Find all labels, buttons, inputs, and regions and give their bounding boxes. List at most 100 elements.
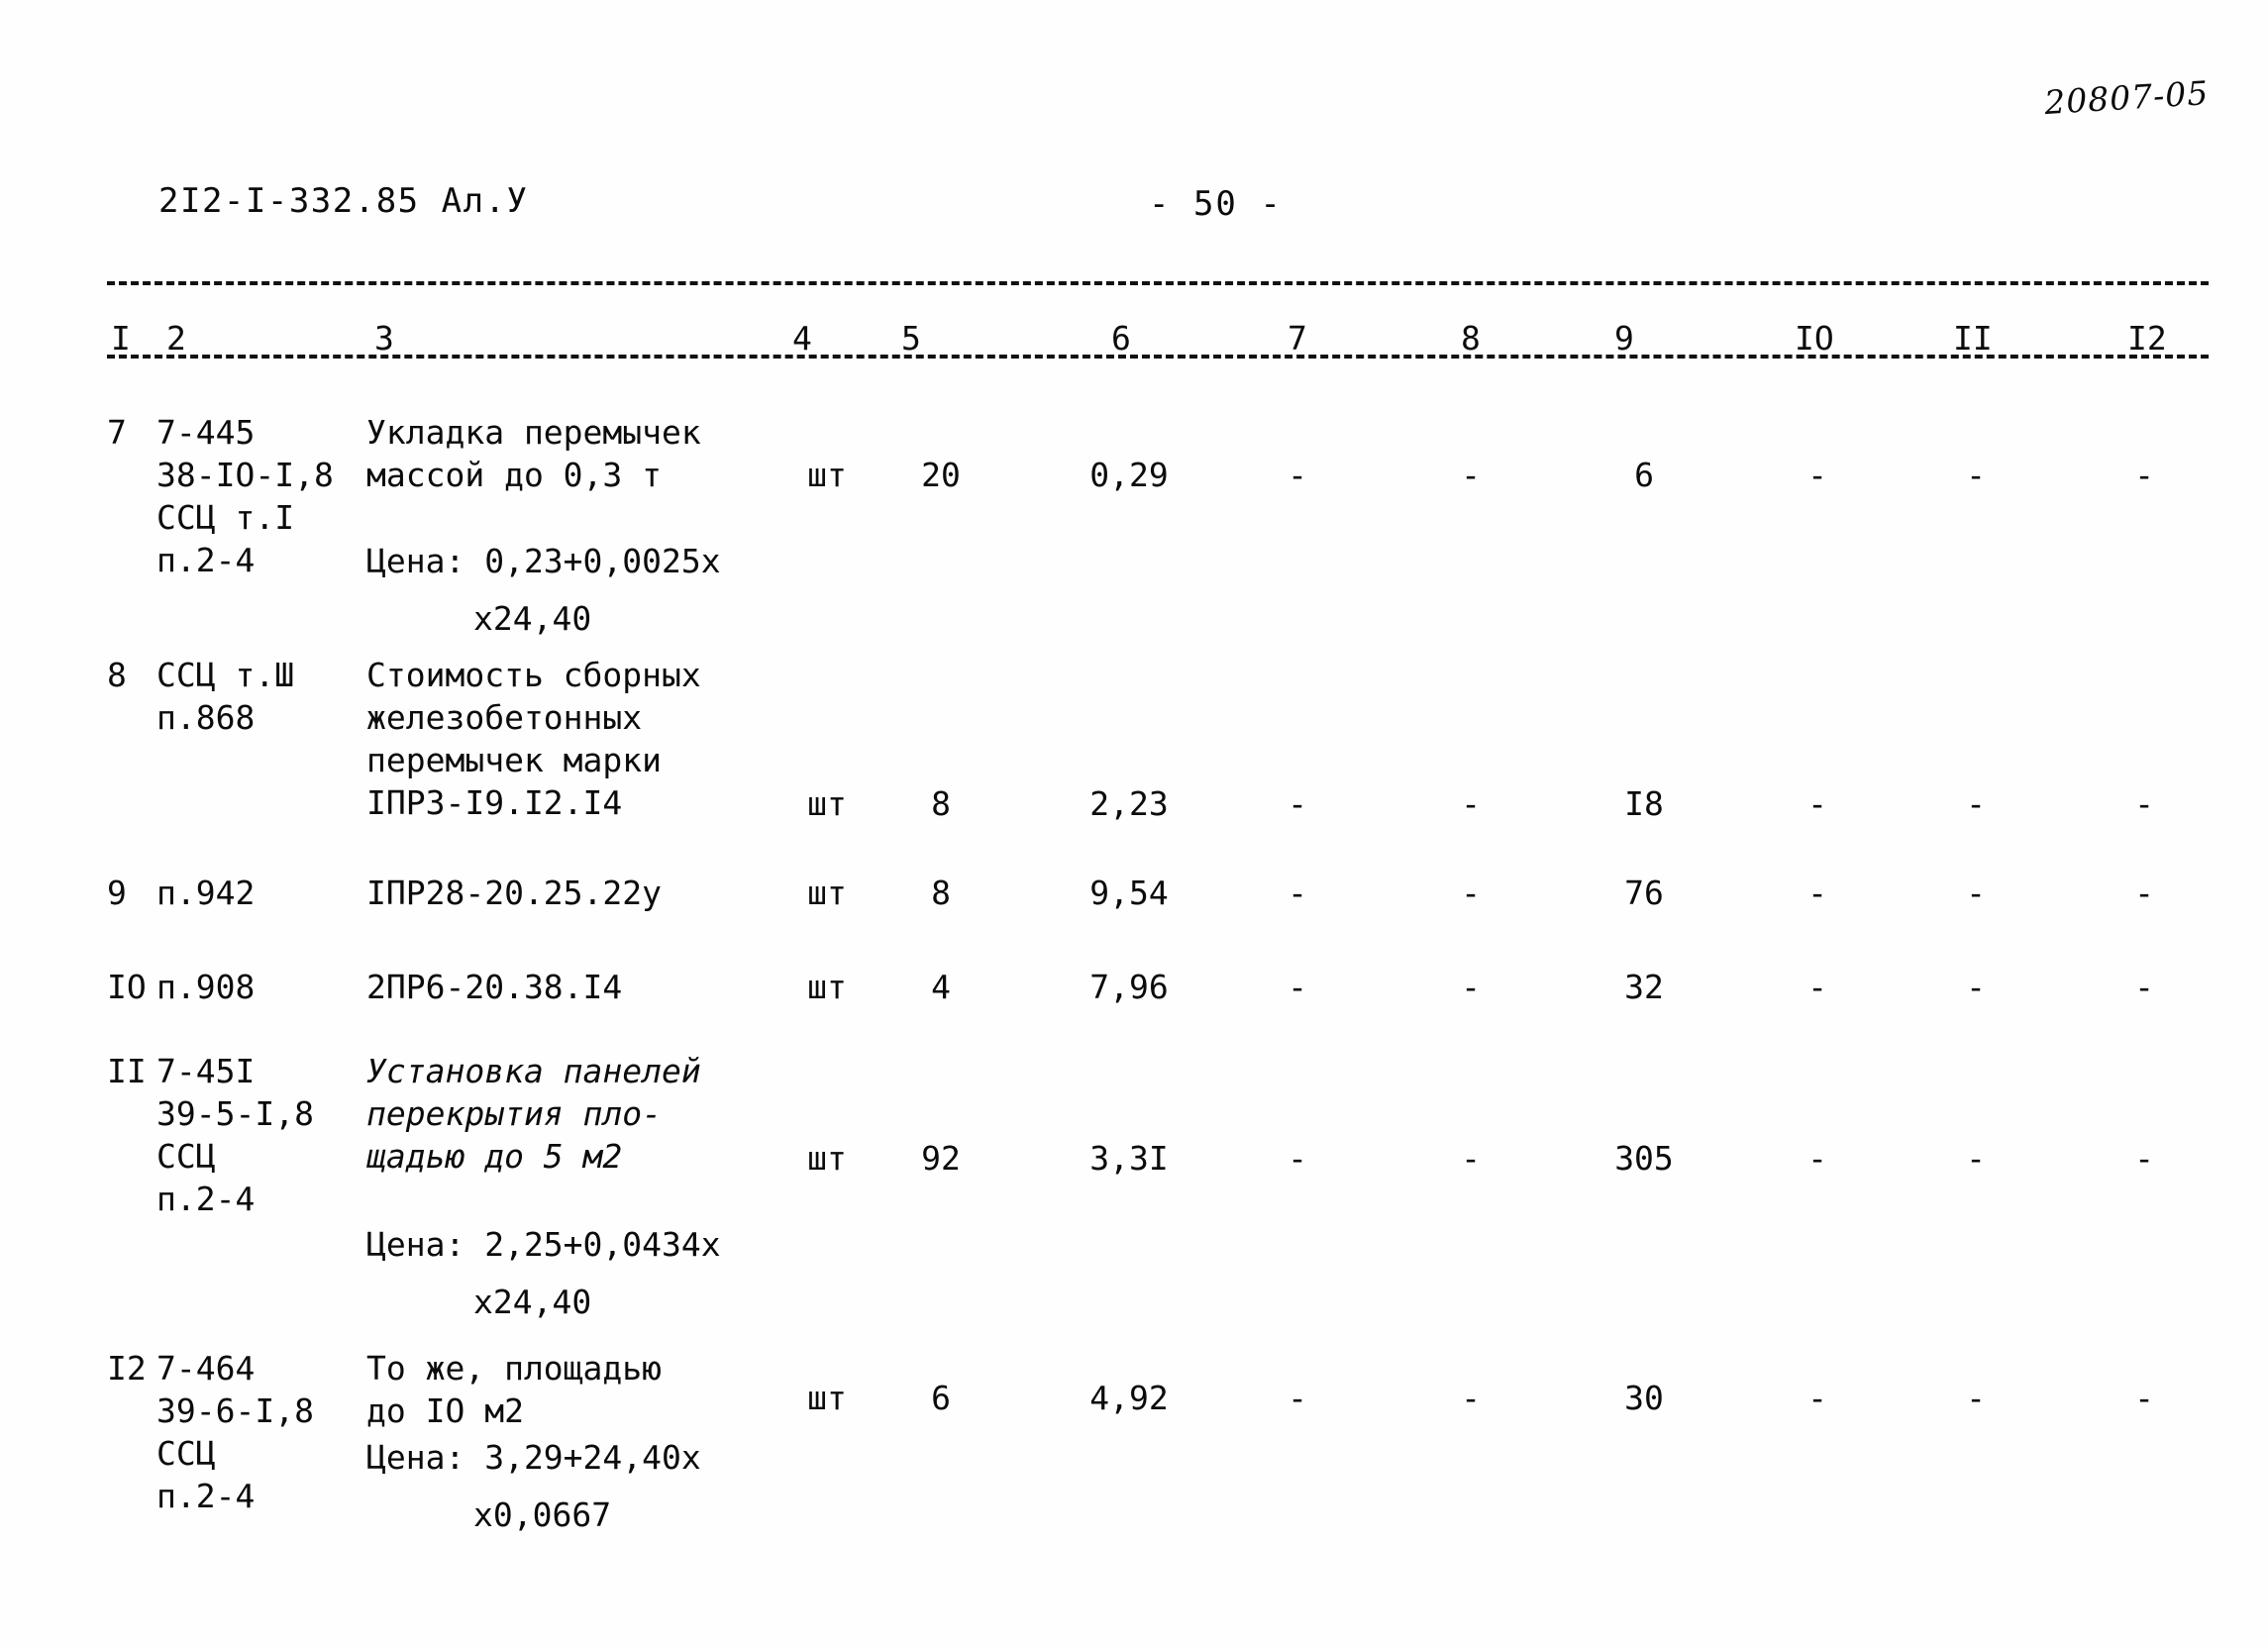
row-value-10: -	[1807, 784, 1827, 823]
row-number: II	[107, 1052, 147, 1090]
row-unit: шт	[807, 456, 847, 494]
document-code: 2I2-I-332.85 Ал.У	[158, 181, 529, 221]
row-value-10: -	[1807, 968, 1827, 1006]
row-value-9: 30	[1624, 1379, 1664, 1417]
row-number: 8	[107, 656, 127, 694]
row-value-8: -	[1461, 456, 1481, 494]
row-quantity: 4	[931, 968, 951, 1006]
row-price-line: Цена: 2,25+0,0434х	[366, 1225, 721, 1264]
row-description-line: щадью до 5 м2	[366, 1137, 623, 1176]
row-price-line: х24,40	[473, 1283, 592, 1321]
column-header-2: 2	[166, 319, 186, 358]
column-header-8: 8	[1461, 319, 1481, 358]
row-code-line: п.2-4	[156, 1477, 256, 1515]
column-header-1: I	[111, 319, 131, 358]
row-value-12: -	[2134, 874, 2154, 912]
row-code-line: п.2-4	[156, 1180, 256, 1218]
row-description-line: перекрытия пло-	[366, 1094, 663, 1133]
row-value-6: 0,29	[1089, 456, 1169, 494]
page-number: - 50 -	[1149, 184, 1283, 224]
row-value-12: -	[2134, 1139, 2154, 1178]
row-value-9: 6	[1634, 456, 1654, 494]
row-description-line: железобетонных	[366, 698, 643, 737]
row-price-line: х24,40	[473, 599, 592, 638]
row-description-line: до IO м2	[366, 1391, 524, 1430]
row-value-11: -	[1966, 1379, 1986, 1417]
row-number: IO	[107, 968, 147, 1006]
row-value-8: -	[1461, 784, 1481, 823]
row-value-7: -	[1288, 456, 1307, 494]
row-number: 7	[107, 413, 127, 452]
row-unit: шт	[807, 874, 847, 912]
column-header-6: 6	[1111, 319, 1131, 358]
row-number: 9	[107, 874, 127, 912]
row-unit: шт	[807, 1379, 847, 1417]
row-quantity: 8	[931, 874, 951, 912]
row-description-line: IПР28-20.25.22у	[366, 874, 663, 912]
row-description-line: Укладка перемычек	[366, 413, 701, 452]
row-value-9: I8	[1624, 784, 1664, 823]
row-value-10: -	[1807, 1139, 1827, 1178]
row-value-9: 305	[1614, 1139, 1674, 1178]
row-description-line: перемычек марки	[366, 741, 663, 779]
row-unit: шт	[807, 968, 847, 1006]
row-value-12: -	[2134, 456, 2154, 494]
row-value-10: -	[1807, 1379, 1827, 1417]
archive-stamp-handwritten: 20807-05	[2042, 73, 2211, 123]
row-quantity: 92	[921, 1139, 961, 1178]
row-number: I2	[107, 1349, 147, 1388]
row-description-line: Установка панелей	[366, 1052, 701, 1090]
row-quantity: 8	[931, 784, 951, 823]
row-value-9: 32	[1624, 968, 1664, 1006]
row-description-line: То же, площадью	[366, 1349, 663, 1388]
row-price-line: х0,0667	[473, 1495, 612, 1534]
row-value-7: -	[1288, 968, 1307, 1006]
row-value-10: -	[1807, 456, 1827, 494]
column-header-9: 9	[1614, 319, 1634, 358]
row-price-line: Цена: 3,29+24,40х	[366, 1438, 701, 1477]
column-header-5: 5	[901, 319, 921, 358]
row-value-6: 2,23	[1089, 784, 1169, 823]
row-value-8: -	[1461, 968, 1481, 1006]
row-value-7: -	[1288, 874, 1307, 912]
row-value-11: -	[1966, 784, 1986, 823]
row-value-8: -	[1461, 1379, 1481, 1417]
row-description-line: Стоимость сборных	[366, 656, 701, 694]
column-header-7: 7	[1288, 319, 1307, 358]
row-value-12: -	[2134, 1379, 2154, 1417]
row-value-11: -	[1966, 456, 1986, 494]
column-header-11: II	[1953, 319, 1993, 358]
row-description-line: IПР3-I9.I2.I4	[366, 783, 623, 822]
column-header-10: IO	[1795, 319, 1834, 358]
row-description-line: массой до 0,3 т	[366, 456, 663, 494]
row-price-line: Цена: 0,23+0,0025х	[366, 542, 721, 580]
column-header-3: 3	[374, 319, 394, 358]
row-value-6: 4,92	[1089, 1379, 1169, 1417]
row-unit: шт	[807, 784, 847, 823]
table-rule-top	[107, 281, 2209, 285]
column-header-4: 4	[792, 319, 812, 358]
row-quantity: 6	[931, 1379, 951, 1417]
row-value-7: -	[1288, 784, 1307, 823]
document-page: 2I2-I-332.85 Ал.У - 50 - 20807-05 I2 3 4 5 6…	[0, 0, 2268, 1648]
row-value-8: -	[1461, 874, 1481, 912]
row-value-11: -	[1966, 968, 1986, 1006]
row-unit: шт	[807, 1139, 847, 1178]
row-quantity: 20	[921, 456, 961, 494]
row-value-12: -	[2134, 968, 2154, 1006]
row-value-7: -	[1288, 1379, 1307, 1417]
row-value-6: 3,3I	[1089, 1139, 1169, 1178]
row-value-6: 7,96	[1089, 968, 1169, 1006]
row-code-line: ССЦ т.I	[156, 498, 295, 537]
row-description-line: 2ПР6-20.38.I4	[366, 968, 623, 1006]
table-rule-below-header	[107, 355, 2209, 359]
row-value-10: -	[1807, 874, 1827, 912]
row-value-6: 9,54	[1089, 874, 1169, 912]
row-value-11: -	[1966, 874, 1986, 912]
row-value-12: -	[2134, 784, 2154, 823]
row-value-11: -	[1966, 1139, 1986, 1178]
row-value-8: -	[1461, 1139, 1481, 1178]
row-value-9: 76	[1624, 874, 1664, 912]
row-value-7: -	[1288, 1139, 1307, 1178]
column-header-12: I2	[2127, 319, 2167, 358]
